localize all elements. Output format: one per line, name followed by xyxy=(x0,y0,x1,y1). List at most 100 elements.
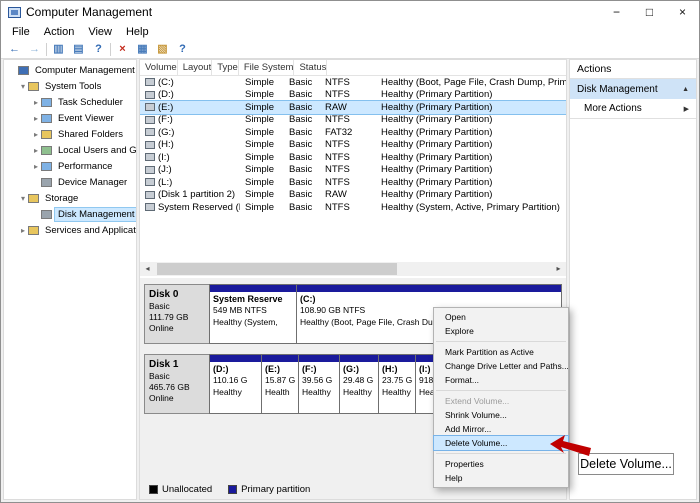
partition-title: (F:) xyxy=(302,363,336,375)
menu-item[interactable]: Action xyxy=(37,26,82,38)
menu-item[interactable]: Help xyxy=(119,26,156,38)
volume-row[interactable]: (H:) Simple Basic NTFS Healthy (Primary … xyxy=(140,139,566,152)
volume-status: Healthy (Primary Partition) xyxy=(376,189,566,200)
partition-box[interactable]: System Reserve 549 MB NTFS Healthy (Syst… xyxy=(209,284,297,344)
minimize-button[interactable]: − xyxy=(600,1,633,23)
partition-status: Healthy xyxy=(302,387,336,398)
tree-expander-icon[interactable]: ▸ xyxy=(18,226,28,235)
tree-item[interactable]: ▸ Event Viewer xyxy=(4,110,136,126)
system-tools-icon xyxy=(28,82,39,91)
context-menu-item[interactable]: Properties xyxy=(434,457,568,471)
column-header[interactable]: Status xyxy=(294,60,327,75)
task-scheduler-icon xyxy=(41,98,52,107)
computer-icon xyxy=(18,66,29,75)
context-menu-item[interactable]: Shrink Volume... xyxy=(434,408,568,422)
scroll-right-button[interactable]: ▸ xyxy=(551,262,566,276)
export-list-icon[interactable]: ▤ xyxy=(70,42,87,57)
delete-icon[interactable]: × xyxy=(114,42,131,57)
context-menu-item[interactable]: Explore xyxy=(434,324,568,338)
volume-row[interactable]: (E:) Simple Basic RAW Healthy (Primary P… xyxy=(140,101,566,114)
context-menu-item[interactable]: Format... xyxy=(434,373,568,387)
tree-expander-icon[interactable]: ▸ xyxy=(31,98,41,107)
column-header[interactable]: File System xyxy=(239,60,295,75)
volume-row[interactable]: (G:) Simple Basic FAT32 Healthy (Primary… xyxy=(140,126,566,139)
tree-item[interactable]: ▸ Shared Folders xyxy=(4,126,136,142)
toolbar-separator[interactable] xyxy=(110,43,111,56)
partition-box[interactable]: (G:) 29.48 G Healthy xyxy=(339,354,379,414)
context-menu-item[interactable]: Mark Partition as Active xyxy=(434,345,568,359)
horizontal-scrollbar[interactable]: ◂ ▸ xyxy=(140,262,566,276)
column-header[interactable]: Layout xyxy=(178,60,213,75)
local-users-and-groups-icon xyxy=(41,146,52,155)
partition-box[interactable]: (H:) 23.75 G Healthy xyxy=(378,354,416,414)
tree-item[interactable]: ▸ Task Scheduler xyxy=(4,94,136,110)
menu-item[interactable]: File xyxy=(5,26,37,38)
partition-box[interactable]: (E:) 15.87 G Health xyxy=(261,354,299,414)
forward-icon[interactable]: → xyxy=(26,42,43,57)
volume-type: Basic xyxy=(284,152,320,163)
context-menu-item[interactable]: Delete Volume... xyxy=(434,436,568,450)
volume-filesystem: NTFS xyxy=(320,177,376,188)
tree-expander-icon[interactable]: ▸ xyxy=(31,162,41,171)
tree-expander-icon[interactable]: ▾ xyxy=(18,82,28,91)
volume-row[interactable]: (I:) Simple Basic NTFS Healthy (Primary … xyxy=(140,151,566,164)
partition-box[interactable]: (D:) 110.16 G Healthy xyxy=(209,354,262,414)
volume-row[interactable]: (Disk 1 partition 2) Simple Basic RAW He… xyxy=(140,189,566,202)
chart-icon[interactable]: ▧ xyxy=(154,42,171,57)
tree-item[interactable]: ▸ Local Users and Groups xyxy=(4,142,136,158)
volume-name: (F:) xyxy=(158,114,173,125)
volume-row[interactable]: (F:) Simple Basic NTFS Healthy (Primary … xyxy=(140,114,566,127)
scrollbar-track[interactable] xyxy=(155,262,551,276)
console-tree-icon[interactable]: ▥ xyxy=(50,42,67,57)
tree-expander-icon[interactable]: ▸ xyxy=(31,114,41,123)
menu-item[interactable]: View xyxy=(81,26,119,38)
tree-item[interactable]: ▸ Performance xyxy=(4,158,136,174)
tree-item[interactable]: ▸ Services and Applications xyxy=(4,222,136,238)
properties-icon[interactable]: ▦ xyxy=(134,42,151,57)
more-actions[interactable]: More Actions ▶ xyxy=(570,99,696,119)
tree-item[interactable]: Computer Management (Local xyxy=(4,62,136,78)
tree-expander-icon[interactable]: ▸ xyxy=(31,130,41,139)
help-book-icon[interactable]: ? xyxy=(174,42,191,57)
disk-header[interactable]: Disk 1 Basic 465.76 GB Online xyxy=(144,354,210,414)
volume-row[interactable]: (C:) Simple Basic NTFS Healthy (Boot, Pa… xyxy=(140,76,566,89)
annotation-callout: Delete Volume... xyxy=(578,453,674,475)
partition-status: Healthy xyxy=(382,387,412,398)
context-menu-item[interactable]: Open xyxy=(434,310,568,324)
tree-item-label: Disk Management xyxy=(55,208,136,221)
shared-folders-icon xyxy=(41,130,52,139)
toolbar-separator[interactable] xyxy=(46,43,47,56)
scrollbar-thumb[interactable] xyxy=(157,263,397,275)
partition-box[interactable]: (F:) 39.56 G Healthy xyxy=(298,354,340,414)
context-menu-item[interactable] xyxy=(436,390,566,391)
tree-expander-icon[interactable]: ▸ xyxy=(31,146,41,155)
back-icon[interactable]: ← xyxy=(6,42,23,57)
tree-item[interactable]: ▾ System Tools xyxy=(4,78,136,94)
tree-item[interactable]: Device Manager xyxy=(4,174,136,190)
disk-header[interactable]: Disk 0 Basic 111.79 GB Online xyxy=(144,284,210,344)
column-header[interactable]: Type xyxy=(212,60,239,75)
actions-group-disk-management[interactable]: Disk Management ▲ xyxy=(570,79,696,99)
scroll-left-button[interactable]: ◂ xyxy=(140,262,155,276)
volume-layout: Simple xyxy=(240,102,284,113)
tree-item[interactable]: ▾ Storage xyxy=(4,190,136,206)
volume-row[interactable]: (L:) Simple Basic NTFS Healthy (Primary … xyxy=(140,176,566,189)
column-header[interactable]: Volume xyxy=(140,60,178,75)
volume-row[interactable]: System Reserved (K:) Simple Basic NTFS H… xyxy=(140,201,566,214)
tree-expander-icon[interactable]: ▾ xyxy=(18,194,28,203)
legend-swatch xyxy=(149,485,158,494)
tree-item[interactable]: Disk Management xyxy=(4,206,136,222)
volume-icon xyxy=(145,78,155,86)
collapse-icon[interactable]: ▲ xyxy=(682,86,689,93)
volume-row[interactable]: (D:) Simple Basic NTFS Healthy (Primary … xyxy=(140,89,566,102)
context-menu-item[interactable]: Add Mirror... xyxy=(434,422,568,436)
context-menu-item[interactable]: Help xyxy=(434,471,568,485)
help-icon[interactable]: ? xyxy=(90,42,107,57)
maximize-button[interactable]: □ xyxy=(633,1,666,23)
close-button[interactable]: × xyxy=(666,1,699,23)
context-menu-item[interactable] xyxy=(436,453,566,454)
context-menu-item[interactable]: Extend Volume... xyxy=(434,394,568,408)
context-menu-item[interactable]: Change Drive Letter and Paths... xyxy=(434,359,568,373)
volume-row[interactable]: (J:) Simple Basic NTFS Healthy (Primary … xyxy=(140,164,566,177)
context-menu-item[interactable] xyxy=(436,341,566,342)
